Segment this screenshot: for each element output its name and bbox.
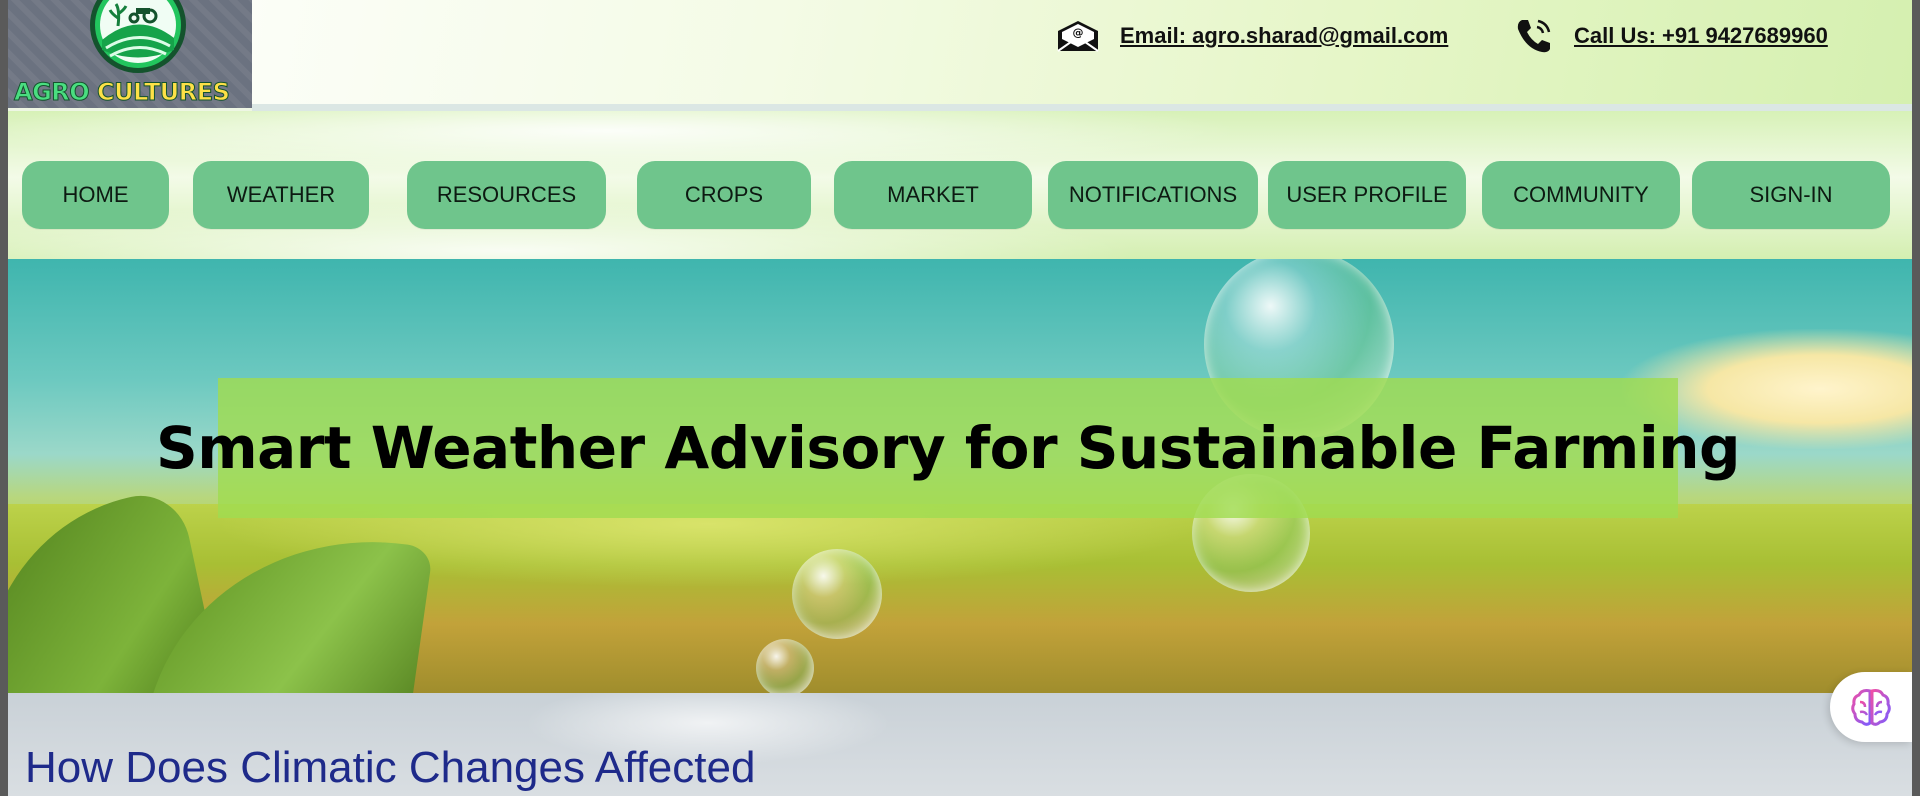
content-section: How Does Climatic Changes Affected: [8, 693, 1912, 796]
nav-weather-button[interactable]: WEATHER: [193, 161, 369, 229]
top-bar: AGRO CULTURES @ Email: agro.sharad@gmail…: [8, 0, 1912, 108]
bubble: [792, 549, 882, 639]
hero-banner: Smart Weather Advisory for Sustainable F…: [8, 259, 1912, 693]
logo[interactable]: AGRO CULTURES: [8, 0, 252, 108]
logo-text-agro: AGRO: [13, 78, 90, 107]
hero-title-box: Smart Weather Advisory for Sustainable F…: [156, 378, 1741, 518]
nav-community-button[interactable]: COMMUNITY: [1482, 161, 1680, 229]
logo-text-cultures: CULTURES: [97, 78, 231, 107]
main-nav: HOME WEATHER RESOURCES CROPS MARKET NOTI…: [8, 111, 1912, 259]
nav-home-button[interactable]: HOME: [22, 161, 169, 229]
svg-text:@: @: [1073, 26, 1084, 39]
logo-text: AGRO CULTURES: [13, 78, 231, 107]
page-frame: AGRO CULTURES @ Email: agro.sharad@gmail…: [8, 0, 1912, 796]
logo-emblem-icon: [90, 0, 186, 73]
bubble: [756, 639, 814, 693]
email-contact[interactable]: @ Email: agro.sharad@gmail.com: [1056, 16, 1448, 56]
phone-icon: [1517, 19, 1551, 53]
nav-crops-button[interactable]: CROPS: [637, 161, 811, 229]
email-envelope-icon: @: [1057, 21, 1099, 52]
section-heading: How Does Climatic Changes Affected: [25, 743, 756, 792]
email-link[interactable]: Email: agro.sharad@gmail.com: [1120, 23, 1448, 49]
top-bar-divider: [252, 104, 1912, 111]
nav-sign-in-button[interactable]: SIGN-IN: [1692, 161, 1890, 229]
hero-title: Smart Weather Advisory for Sustainable F…: [155, 414, 1741, 482]
nav-market-button[interactable]: MARKET: [834, 161, 1032, 229]
nav-notifications-button[interactable]: NOTIFICATIONS: [1048, 161, 1258, 229]
phone-link[interactable]: Call Us: +91 9427689960: [1574, 23, 1828, 49]
phone-contact[interactable]: Call Us: +91 9427689960: [1514, 16, 1828, 56]
nav-user-profile-button[interactable]: USER PROFILE: [1268, 161, 1466, 229]
brain-icon: [1851, 689, 1891, 726]
ai-assistant-button[interactable]: [1830, 672, 1912, 742]
nav-resources-button[interactable]: RESOURCES: [407, 161, 606, 229]
